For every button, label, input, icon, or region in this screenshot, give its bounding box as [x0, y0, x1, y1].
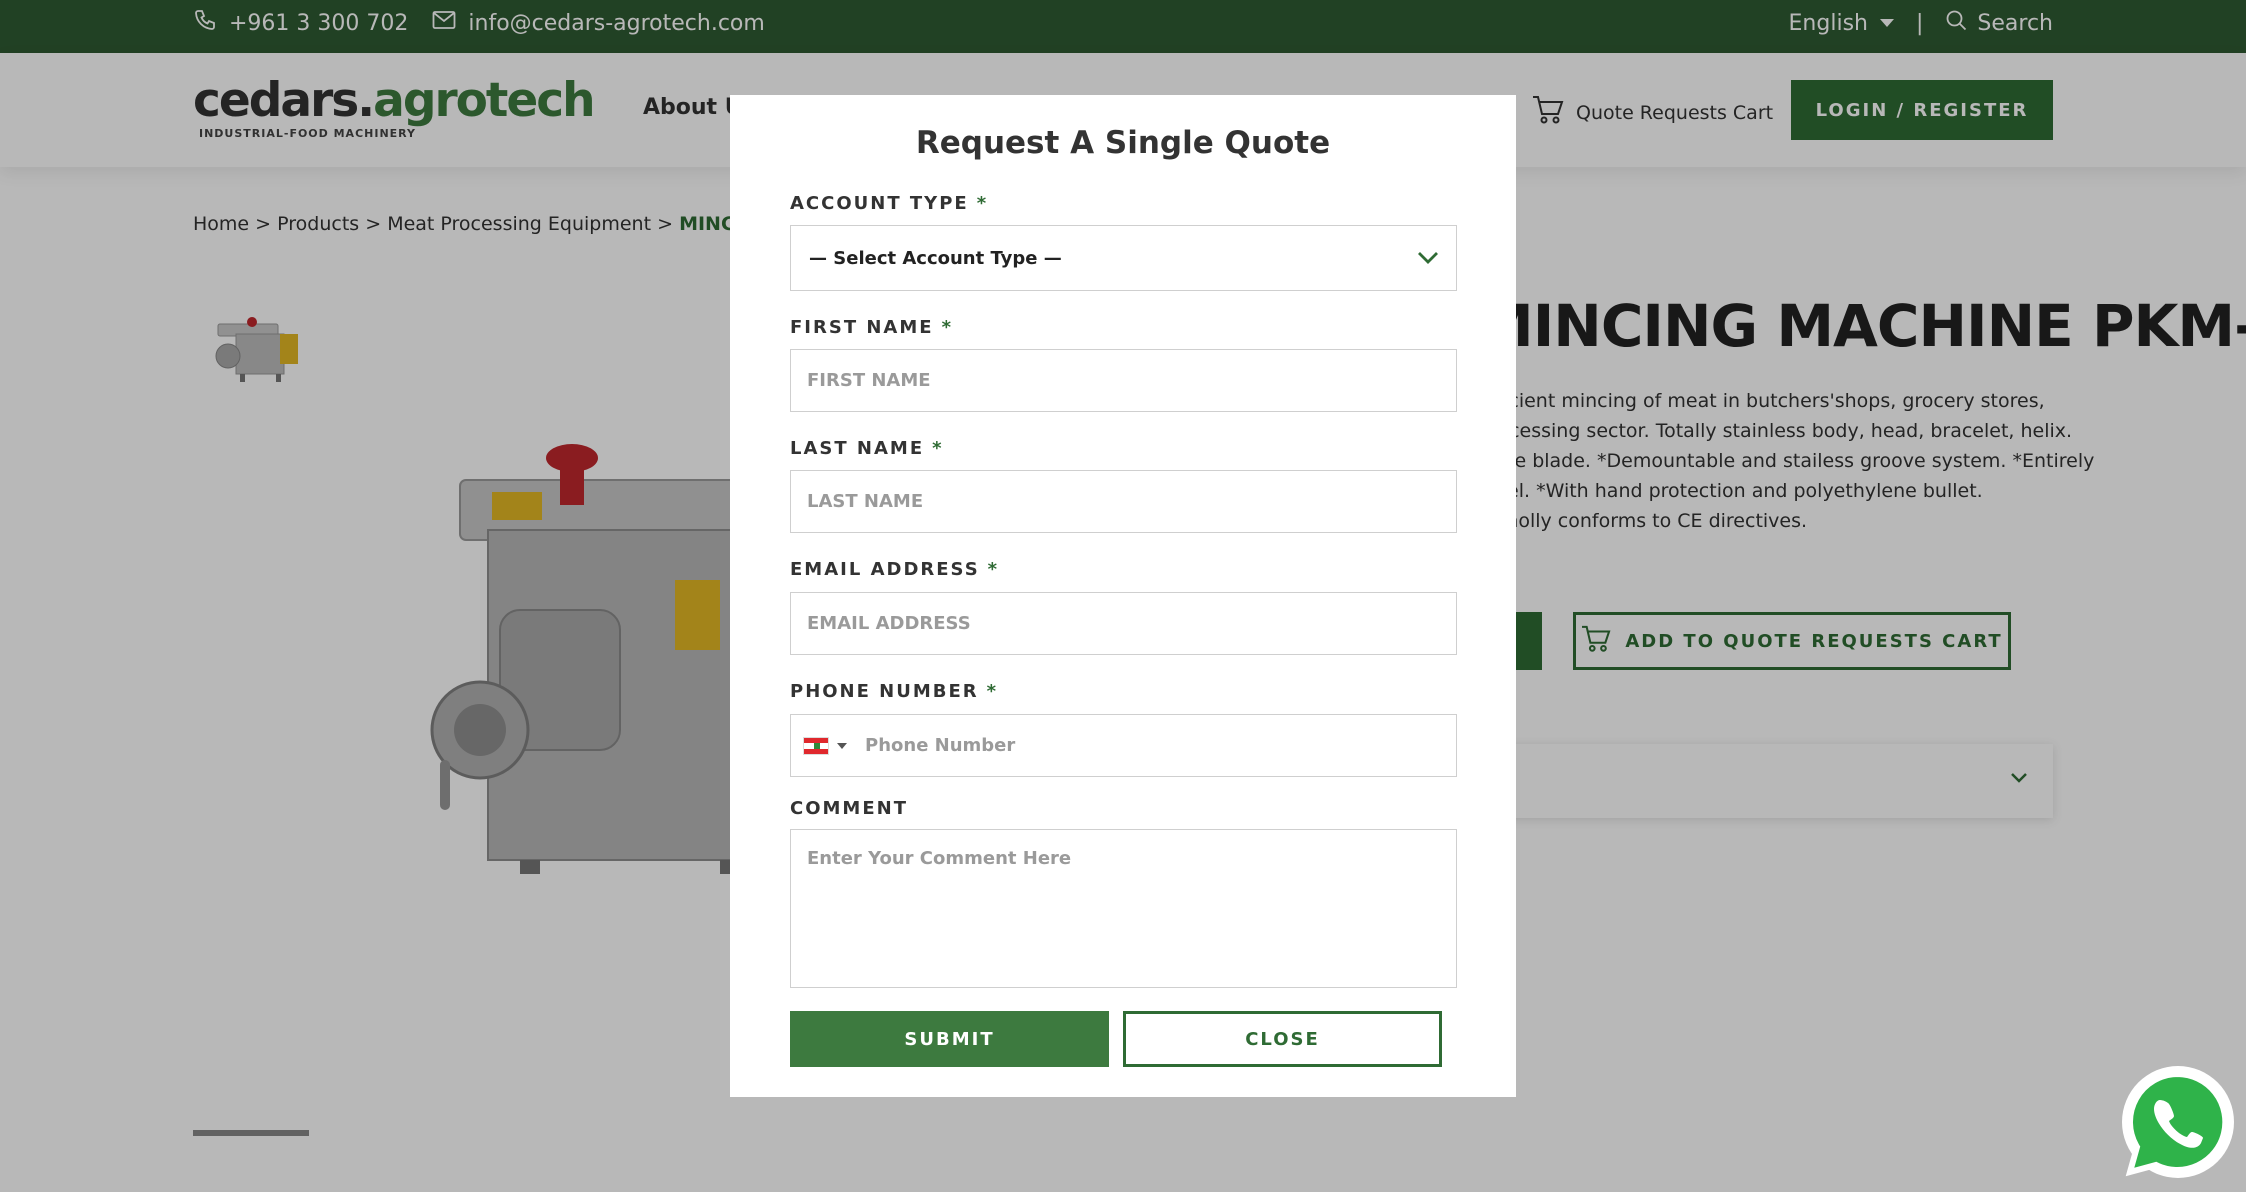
last-name-input[interactable] [790, 470, 1457, 533]
first-name-label: FIRST NAME * [790, 317, 953, 338]
request-quote-modal: Request A Single Quote ACCOUNT TYPE * — S… [730, 95, 1516, 1097]
email-address-label: EMAIL ADDRESS * [790, 559, 999, 580]
email-address-input[interactable] [790, 592, 1457, 655]
account-type-label: ACCOUNT TYPE * [790, 193, 988, 214]
caret-down-icon [837, 742, 847, 749]
label-text: FIRST NAME [790, 317, 934, 338]
phone-number-label: PHONE NUMBER * [790, 681, 998, 702]
submit-button[interactable]: SUBMIT [790, 1011, 1109, 1067]
last-name-label: LAST NAME * [790, 438, 944, 459]
label-text: LAST NAME [790, 438, 925, 459]
required-marker: * [976, 193, 989, 214]
modal-title: Request A Single Quote [915, 125, 1331, 161]
first-name-input[interactable] [790, 349, 1457, 412]
required-marker: * [987, 559, 1000, 580]
comment-label: COMMENT [790, 798, 908, 819]
label-text: ACCOUNT TYPE [790, 193, 969, 214]
comment-textarea[interactable] [790, 829, 1457, 988]
account-type-value: — Select Account Type — [809, 247, 1062, 269]
chevron-down-icon [1416, 248, 1440, 273]
whatsapp-icon [2114, 1066, 2242, 1192]
phone-number-field [790, 714, 1457, 777]
country-code-selector[interactable] [791, 715, 857, 776]
lebanon-flag-icon [803, 736, 829, 755]
required-marker: * [941, 317, 953, 338]
label-text: COMMENT [790, 798, 908, 819]
phone-number-input[interactable] [857, 715, 1456, 776]
label-text: EMAIL ADDRESS [790, 559, 980, 580]
account-type-select[interactable]: — Select Account Type — [790, 225, 1457, 291]
required-marker: * [986, 681, 999, 702]
label-text: PHONE NUMBER [790, 681, 979, 702]
close-button[interactable]: CLOSE [1123, 1011, 1442, 1067]
whatsapp-button[interactable] [2114, 1060, 2242, 1188]
required-marker: * [932, 438, 944, 459]
